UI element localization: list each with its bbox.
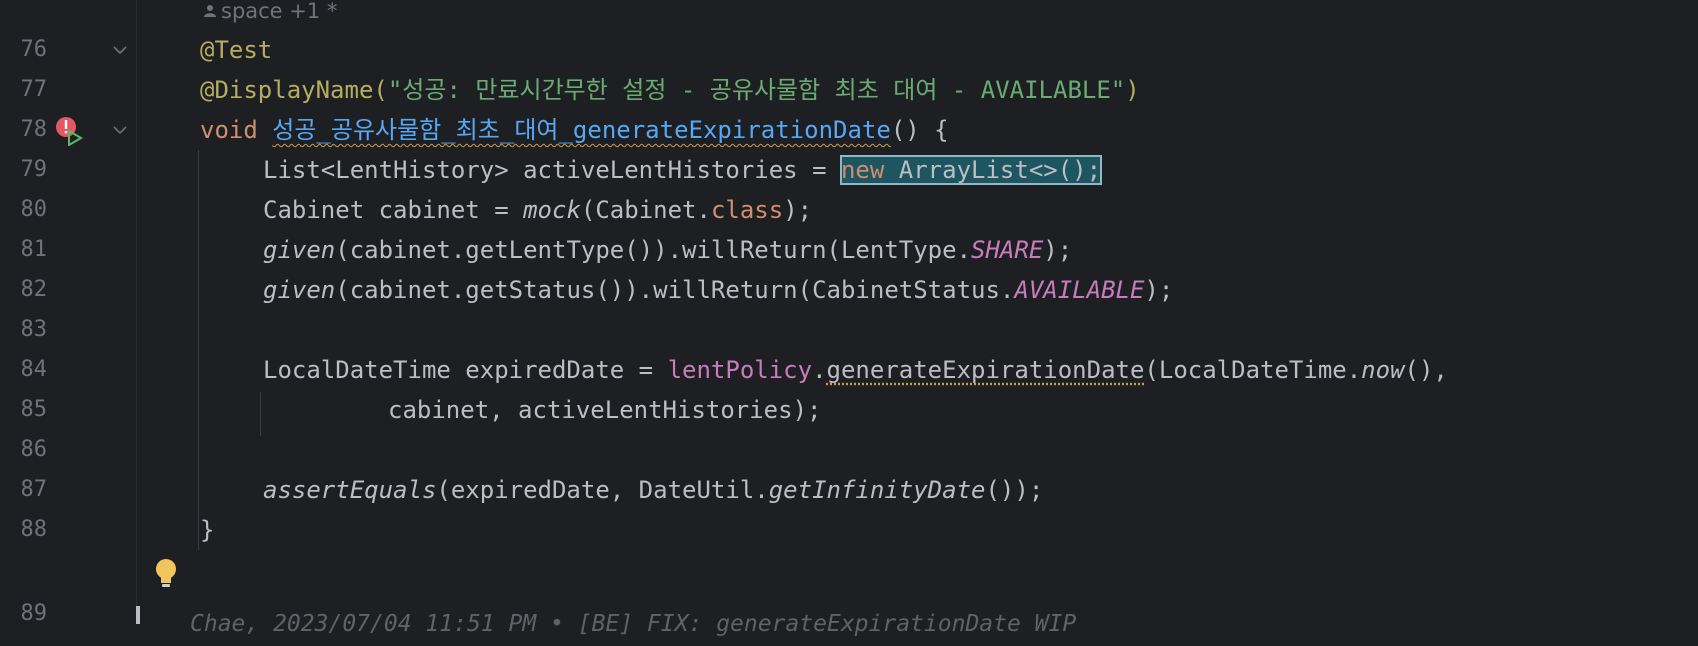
code-line[interactable]: 86	[0, 428, 1698, 472]
code-line[interactable]: 84 LocalDateTime expiredDate = lentPolic…	[0, 348, 1698, 392]
code-text: }	[200, 516, 215, 544]
line-number: 83	[20, 317, 48, 342]
code-text: void 성공_공유사물함_최초_대여_generateExpirationDa…	[200, 116, 949, 144]
code-line[interactable]: 80 Cabinet cabinet = mock(Cabinet.class)…	[0, 188, 1698, 232]
line-number: 82	[20, 277, 48, 302]
line-number: 85	[20, 397, 48, 422]
code-author-hint[interactable]: space +1 *	[203, 0, 337, 22]
code-text: @Test	[200, 36, 273, 64]
code-line[interactable]: 88 }	[0, 508, 1698, 552]
line-number: 79	[20, 157, 48, 182]
fold-chevron-icon[interactable]	[110, 40, 130, 60]
code-text: LocalDateTime expiredDate = lentPolicy.g…	[263, 356, 1448, 384]
line-number: 87	[20, 477, 48, 502]
line-number: 86	[20, 437, 48, 462]
code-line[interactable]: 78 void 성공_공유사물함_최초_대여_generateExpiratio…	[0, 108, 1698, 152]
code-text: given(cabinet.getLentType()).willReturn(…	[263, 236, 1073, 264]
code-text: assertEquals(expiredDate, DateUtil.getIn…	[263, 476, 1044, 504]
code-line[interactable]: 76 @Test	[0, 28, 1698, 72]
code-text: List<LentHistory> activeLentHistories = …	[263, 155, 1103, 185]
code-text: Cabinet cabinet = mock(Cabinet.class);	[263, 196, 813, 224]
git-blame-annotation: Chae, 2023/07/04 11:51 PM • [BE] FIX: ge…	[190, 611, 1077, 637]
run-test-error-icon[interactable]	[55, 116, 87, 146]
line-number: 77	[20, 77, 48, 102]
line-number: 89	[20, 601, 48, 626]
person-icon	[204, 5, 216, 17]
code-text: given(cabinet.getStatus()).willReturn(Ca…	[263, 276, 1174, 304]
code-line[interactable]: 82 given(cabinet.getStatus()).willReturn…	[0, 268, 1698, 312]
line-number: 88	[20, 517, 48, 542]
code-line[interactable]: 85 cabinet, activeLentHistories);	[0, 388, 1698, 432]
line-number: 84	[20, 357, 48, 382]
code-editor[interactable]: space +1 * 76 @Test 77 @DisplayName("성공:…	[0, 0, 1698, 637]
code-line[interactable]: 87 assertEquals(expiredDate, DateUtil.ge…	[0, 468, 1698, 512]
lightbulb-icon[interactable]	[154, 558, 178, 588]
code-text: cabinet, activeLentHistories);	[388, 396, 822, 424]
line-number: 81	[20, 237, 48, 262]
line-number: 80	[20, 197, 48, 222]
line-number: 78	[20, 117, 48, 142]
code-line[interactable]: 81 given(cabinet.getLentType()).willRetu…	[0, 228, 1698, 272]
line-number: 76	[20, 37, 48, 62]
code-line[interactable]: 77 @DisplayName("성공: 만료시간무한 설정 - 공유사물함 최…	[0, 68, 1698, 112]
code-text: @DisplayName("성공: 만료시간무한 설정 - 공유사물함 최초 대…	[200, 76, 1140, 104]
fold-chevron-icon[interactable]	[110, 120, 130, 140]
text-selection[interactable]: new ArrayList<>();	[839, 155, 1103, 185]
vcs-change-marker[interactable]	[136, 606, 140, 624]
code-line[interactable]: 83	[0, 308, 1698, 352]
code-line[interactable]: 79 List<LentHistory> activeLentHistories…	[0, 148, 1698, 192]
author-hint-text: space +1 *	[221, 0, 338, 23]
